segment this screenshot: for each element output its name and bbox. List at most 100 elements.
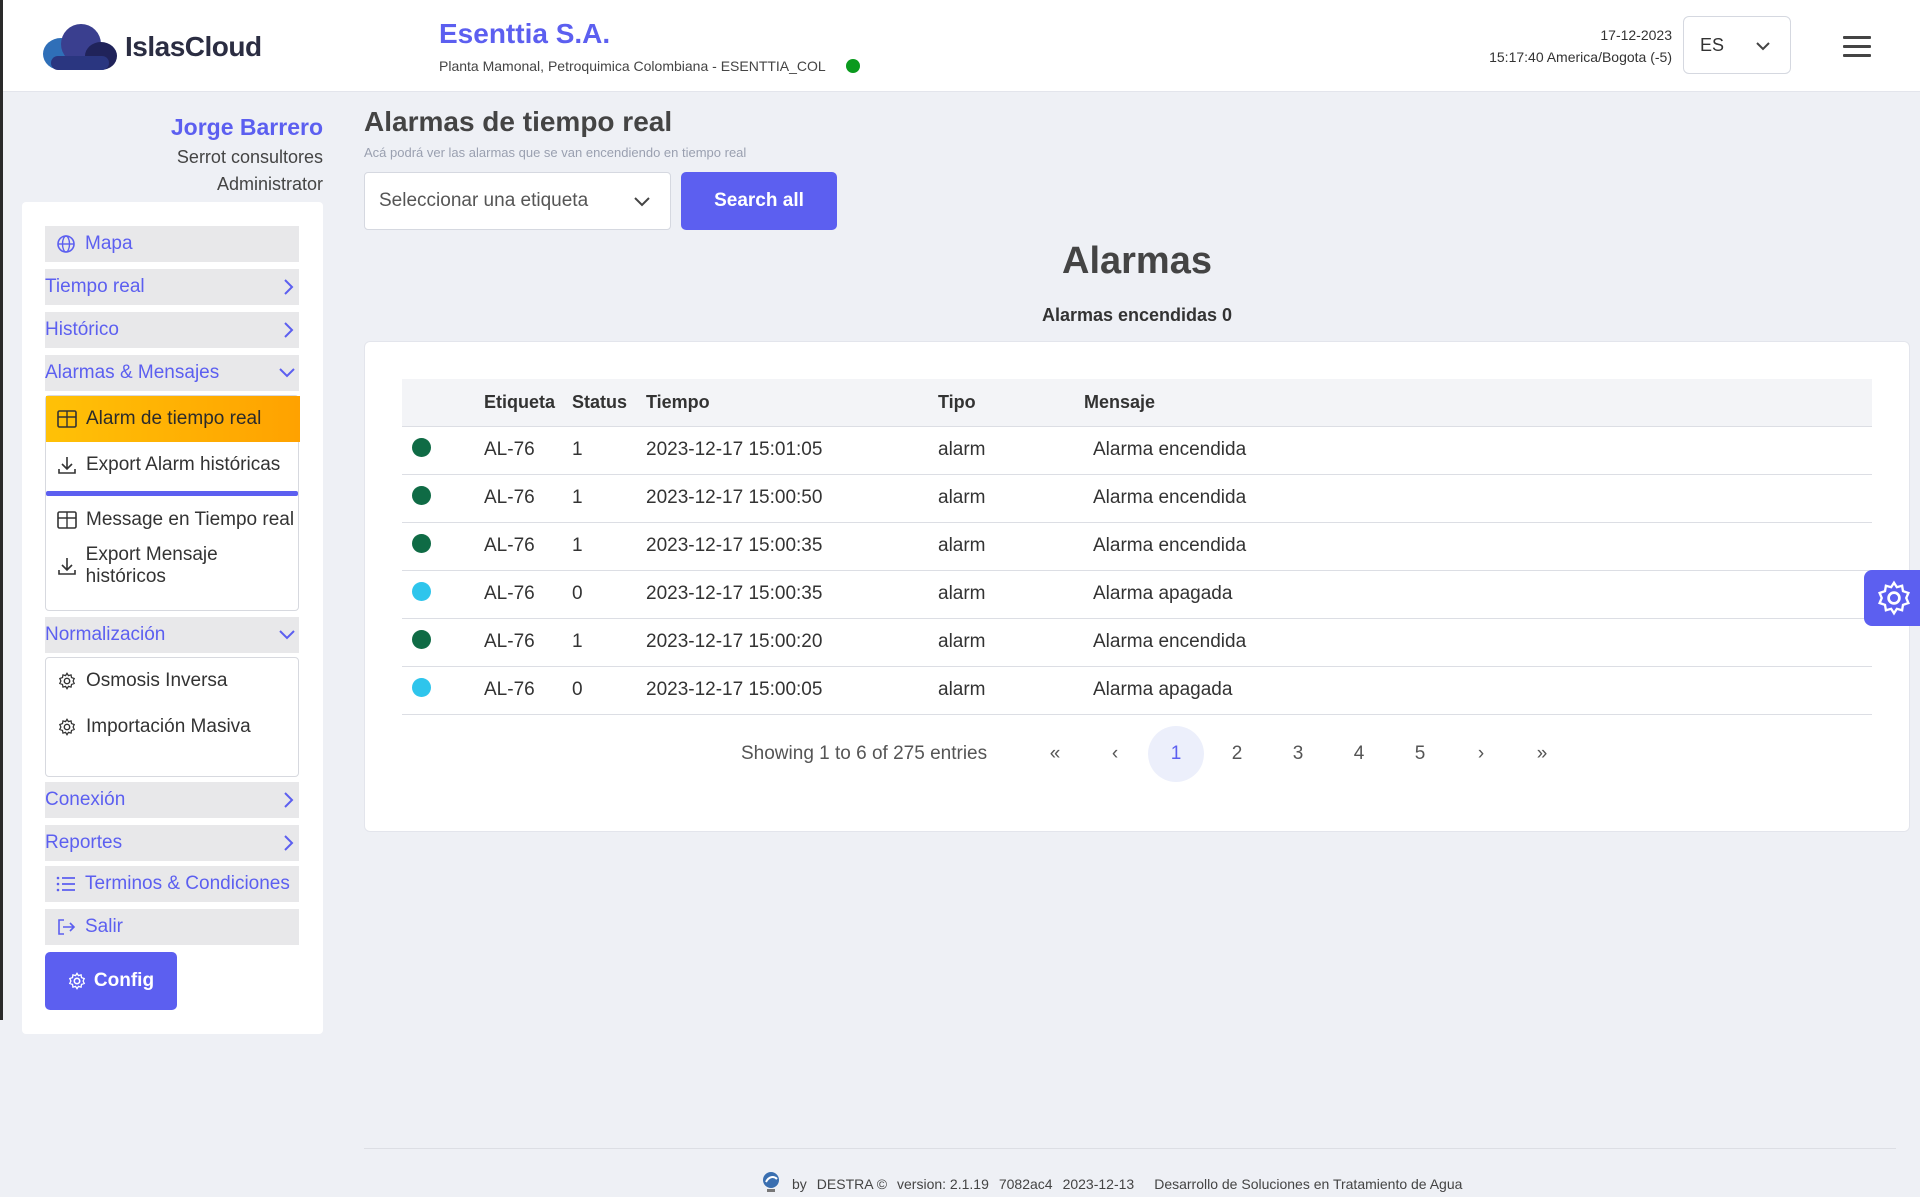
gear-icon <box>56 716 78 738</box>
cell-time: 2023-12-17 15:00:50 <box>646 473 938 522</box>
status-dot <box>412 485 431 505</box>
company-location-text: Planta Mamonal, Petroquimica Colombiana … <box>439 58 826 74</box>
submenu-item-osmosis[interactable]: Osmosis Inversa <box>46 658 300 704</box>
pagination-first-button[interactable]: « <box>1027 726 1083 782</box>
cell-time: 2023-12-17 15:00:20 <box>646 617 938 666</box>
chevron-down-icon <box>634 197 650 207</box>
table-icon <box>56 408 78 430</box>
language-select[interactable]: ES <box>1683 16 1791 74</box>
cell-time: 2023-12-17 15:01:05 <box>646 425 938 474</box>
pagination-page-4[interactable]: 4 <box>1331 726 1387 782</box>
logout-icon <box>55 916 77 938</box>
submenu-item-bulk-import[interactable]: Importación Masiva <box>46 704 300 750</box>
sidebar-item-label: Mapa <box>85 233 133 254</box>
column-header-status[interactable]: Status <box>572 379 646 426</box>
sidebar-item-label: Salir <box>85 916 124 937</box>
config-button[interactable]: Config <box>45 952 177 1010</box>
column-header-indicator <box>402 379 484 426</box>
submenu-item-export-message[interactable]: Export Mensaje históricos <box>46 543 300 589</box>
footer-divider <box>364 1148 1896 1149</box>
cell-type: alarm <box>938 425 1084 474</box>
config-button-label: Config <box>93 970 155 991</box>
sidebar-item-history[interactable]: Histórico <box>45 312 299 348</box>
user-company: Serrot consultores <box>176 147 323 167</box>
status-indicator-cell <box>402 425 484 474</box>
chevron-right-icon <box>284 322 294 338</box>
column-header-message[interactable]: Mensaje <box>1084 379 1872 426</box>
submenu-item-label: Message en Tiempo real <box>86 509 295 530</box>
status-indicator-cell <box>402 665 484 715</box>
submenu-item-realtime-alarm[interactable]: Alarm de tiempo real <box>46 396 300 442</box>
alarms-card: Etiqueta Status Tiempo Tipo Mensaje AL-7… <box>364 341 1910 832</box>
cell-message: Alarma encendida <box>1084 425 1872 474</box>
islascloud-logo[interactable]: IslasCloud <box>41 22 262 72</box>
sidebar-item-connection[interactable]: Conexión <box>45 782 299 818</box>
sidebar-item-label: Histórico <box>45 319 119 340</box>
pagination-page-5[interactable]: 5 <box>1392 726 1448 782</box>
cell-status: 0 <box>572 569 646 618</box>
sidebar-item-label: Tiempo real <box>45 276 145 297</box>
pagination-prev-button[interactable]: ‹ <box>1087 726 1143 782</box>
cell-status: 1 <box>572 425 646 474</box>
alarms-submenu: Alarm de tiempo real Export Alarm histór… <box>45 395 300 611</box>
pagination-next-button[interactable]: › <box>1453 726 1509 782</box>
tag-select[interactable]: Seleccionar una etiqueta <box>364 172 671 230</box>
cloud-logo-icon <box>43 24 117 70</box>
table-row[interactable]: AL-76 1 2023-12-17 15:00:50 alarm Alarma enc… <box>402 473 1872 522</box>
company-name: Esenttia S.A. <box>439 18 611 49</box>
globe-icon <box>55 233 77 255</box>
column-header-time[interactable]: Tiempo <box>646 379 938 426</box>
pagination-last-button[interactable]: » <box>1514 726 1570 782</box>
gear-icon <box>68 972 86 990</box>
table-row[interactable]: AL-76 1 2023-12-17 15:00:20 alarm Alarma enc… <box>402 617 1872 666</box>
table-row[interactable]: AL-76 1 2023-12-17 15:00:35 alarm Alarma enc… <box>402 521 1872 570</box>
sidebar-item-label: Conexión <box>45 789 126 810</box>
cell-tag: AL-76 <box>484 665 572 715</box>
footer-date: 2023-12-13 <box>1062 1175 1135 1192</box>
menu-icon[interactable] <box>1843 36 1871 57</box>
column-header-type[interactable]: Tipo <box>938 379 1084 426</box>
table-row[interactable]: AL-76 0 2023-12-17 15:00:35 alarm Alarma apa… <box>402 569 1872 618</box>
pagination-page-3[interactable]: 3 <box>1270 726 1326 782</box>
cell-message: Alarma apagada <box>1084 569 1872 618</box>
submenu-item-label: Export Alarm históricas <box>86 454 281 475</box>
alarms-heading: Alarmas <box>1062 240 1212 282</box>
submenu-item-export-alarm[interactable]: Export Alarm históricas <box>46 442 300 488</box>
table-icon <box>56 509 78 531</box>
footer-by: by <box>792 1175 807 1192</box>
sidebar: Mapa Tiempo real Histórico Alarmas & Men… <box>22 202 323 1034</box>
sidebar-item-label: Reportes <box>45 832 123 853</box>
sidebar-item-label: Alarmas & Mensajes <box>45 362 220 383</box>
cell-type: alarm <box>938 665 1084 715</box>
list-icon <box>55 873 77 895</box>
search-all-button[interactable]: Search all <box>681 172 837 230</box>
footer-brand: DESTRA © <box>816 1175 888 1192</box>
cell-tag: AL-76 <box>484 473 572 522</box>
submenu-item-label: Export Mensaje históricos <box>85 544 218 587</box>
table-row[interactable]: AL-76 0 2023-12-17 15:00:05 alarm Alarma apa… <box>402 665 1872 715</box>
sidebar-item-normalization[interactable]: Normalización <box>45 617 299 653</box>
sidebar-item-alarms-messages[interactable]: Alarmas & Mensajes <box>45 355 299 391</box>
cell-type: alarm <box>938 617 1084 666</box>
column-header-tag[interactable]: Etiqueta <box>484 379 572 426</box>
pagination-page-2[interactable]: 2 <box>1209 726 1265 782</box>
page-title: Alarmas de tiempo real <box>364 106 673 137</box>
settings-float-button[interactable] <box>1864 570 1920 626</box>
cell-type: alarm <box>938 569 1084 618</box>
cell-time: 2023-12-17 15:00:05 <box>646 665 938 715</box>
cell-message: Alarma encendida <box>1084 473 1872 522</box>
status-dot <box>412 533 431 553</box>
pagination-page-1[interactable]: 1 <box>1148 726 1204 782</box>
footer-commit: 7082ac4 <box>998 1175 1053 1192</box>
submenu-item-realtime-message[interactable]: Message en Tiempo real <box>46 497 300 543</box>
sidebar-item-realtime[interactable]: Tiempo real <box>45 269 299 305</box>
download-icon <box>56 454 78 476</box>
sidebar-item-logout[interactable]: Salir <box>45 909 299 945</box>
table-row[interactable]: AL-76 1 2023-12-17 15:01:05 alarm Alarma enc… <box>402 425 1872 474</box>
chevron-down-icon <box>279 368 295 378</box>
sidebar-item-terms[interactable]: Terminos & Condiciones <box>45 866 299 902</box>
sidebar-item-reports[interactable]: Reportes <box>45 825 299 861</box>
footer-version: version: 2.1.19 <box>897 1175 989 1192</box>
sidebar-item-map[interactable]: Mapa <box>45 226 299 262</box>
submenu-divider <box>46 491 298 496</box>
